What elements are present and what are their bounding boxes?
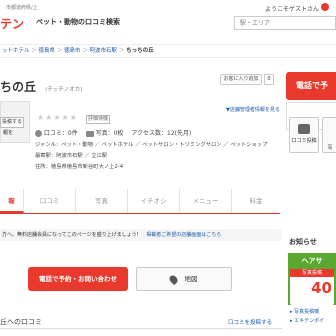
review-count: 口コミ：0件 xyxy=(43,130,78,137)
banner-inner: 写真投稿 40 xyxy=(290,269,334,305)
favorite-count: 0 xyxy=(264,74,274,85)
breadcrumb-item[interactable]: 徳島市 xyxy=(64,48,81,54)
tab-bar-line xyxy=(0,213,280,214)
area-search-input[interactable] xyxy=(234,16,336,30)
photo-post-button[interactable]: 写 xyxy=(322,117,336,153)
sidebar-banner[interactable]: ヘアサ 写真投稿 40 xyxy=(288,253,336,305)
user-icon[interactable] xyxy=(321,3,329,11)
tab-menu[interactable]: メニュー xyxy=(180,189,232,213)
comment-icon xyxy=(35,130,42,137)
tab-reviews[interactable]: 口コミ xyxy=(24,189,76,213)
shop-name: ちの丘 xyxy=(0,80,37,94)
review-post-link[interactable]: 口コミを投稿する xyxy=(228,318,272,326)
banner-top-text: ヘアサ xyxy=(301,257,323,265)
notice-link[interactable]: 掲載者ご希望の店舗画面はこちら xyxy=(146,232,221,238)
photo-count: 写真：0枚 xyxy=(95,130,124,137)
page-title: ちの丘 (チッチノオカ) xyxy=(0,76,82,95)
camera-icon xyxy=(85,130,94,137)
breadcrumb-current: ちっちの丘 xyxy=(126,48,154,54)
genre-line: ジャンル：ペット・動物 ／ ペットホテル ／ ペットサロン・トリミングサロン ／… xyxy=(35,142,268,148)
header-tagline: 市都道府県/上 xyxy=(6,5,38,11)
tab-recommend[interactable]: イチオシ xyxy=(128,189,180,213)
call-reserve-button[interactable]: 電話で予 xyxy=(286,72,336,100)
notice-text: 方へ。無料店舗会員になってこのページを盛り上げましょう! xyxy=(2,232,139,238)
tab-price[interactable]: 料金 xyxy=(232,189,280,213)
sidebar-news-title: お知らせ xyxy=(289,238,317,246)
call-inquiry-button[interactable]: 電話で予約・お問い合わせ xyxy=(28,267,128,291)
review-post-button[interactable]: 口コミ投稿 xyxy=(289,117,319,153)
side-text: 報を xyxy=(3,130,14,136)
section-divider xyxy=(0,328,282,329)
notice-bar: 方へ。無料店舗会員になってこのページを盛り上げましょう! 掲載者ご希望の店舗画面… xyxy=(0,229,282,241)
station-line: 最寄駅：阿波市石駅 ／ 立江駅 xyxy=(35,153,108,159)
access-count: アクセス数：12(先月) xyxy=(131,130,192,137)
site-logo[interactable]: テン xyxy=(0,13,30,31)
map-button[interactable]: 地図 xyxy=(136,267,232,291)
site-logo-text: テン xyxy=(0,17,25,31)
stats-row: 口コミ：0件 写真：0枚 アクセス数：12(先月) xyxy=(35,128,191,137)
banner-number: 40 xyxy=(311,279,332,297)
shop-reading: (チッチノオカ) xyxy=(45,87,83,93)
sidebar-bullet[interactable]: ▸ エキテンポイ xyxy=(290,317,324,324)
sidebar-bullet[interactable]: ▸ 写真投稿機 xyxy=(290,308,319,315)
review-section-title: 丘への口コミ xyxy=(0,318,42,326)
address-line: 住所：徳島県徳島市新谷町大ノ上2-4 xyxy=(35,164,124,170)
breadcrumb-item[interactable]: 徳島県 xyxy=(39,48,56,54)
rating-badge: 評価待機 xyxy=(86,115,110,124)
favorite-button[interactable]: お客に入り追加 xyxy=(220,74,262,85)
tab-photos[interactable]: 写真 xyxy=(76,189,128,213)
owner-info-link[interactable]: ▼店舗管理者情報を見る xyxy=(226,106,280,113)
guest-greeting: ようこそゲストさん xyxy=(265,6,320,13)
breadcrumb-item[interactable]: 阿波市石駅 xyxy=(90,48,118,54)
banner-sub-text: 写真投稿 xyxy=(290,269,334,277)
site-name: ペット・動物の口コミ検索 xyxy=(36,18,120,26)
rating-stars: ★★★★★ xyxy=(37,113,78,122)
breadcrumb: ットホテル ＞ 徳島県 ＞ 徳島市 ＞ 阿波市石駅 ＞ ちっちの丘 xyxy=(0,44,336,58)
owner-post-button[interactable]: 投稿する xyxy=(0,117,24,128)
map-pin-icon xyxy=(168,273,180,285)
breadcrumb-item[interactable]: ットホテル xyxy=(2,48,30,54)
camera-post-icon xyxy=(298,124,310,134)
tab-info[interactable]: 報 xyxy=(0,189,24,213)
